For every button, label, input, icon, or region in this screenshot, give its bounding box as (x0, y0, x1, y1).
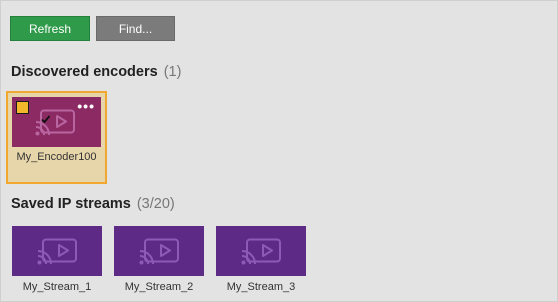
encoder-name: My_Encoder100 (16, 151, 97, 163)
encoder-card[interactable]: ••• My_Encoder100 (6, 91, 107, 184)
stream-name-1: My_Stream_1 (22, 281, 92, 293)
discovered-encoders-heading: Discovered encoders (1) (11, 64, 181, 80)
discovered-encoders-count: (1) (163, 64, 182, 80)
stream-tile-2[interactable] (114, 226, 204, 276)
stream-tile-3[interactable] (216, 226, 306, 276)
find-button[interactable]: Find... (96, 16, 175, 41)
checkbox-checked-icon[interactable] (16, 101, 51, 124)
saved-streams-count: (3/20) (136, 196, 175, 212)
more-dots-icon[interactable]: ••• (77, 99, 95, 113)
cast-icon (37, 238, 77, 265)
stream-name-2: My_Stream_2 (124, 281, 194, 293)
saved-streams-heading: Saved IP streams (3/20) (11, 196, 175, 212)
encoders-panel: Refresh Find... Discovered encoders (1) •… (0, 0, 558, 302)
stream-name-3: My_Stream_3 (226, 281, 296, 293)
encoder-thumbnail: ••• (12, 97, 101, 147)
refresh-button[interactable]: Refresh (10, 16, 90, 41)
saved-streams-title: Saved IP streams (11, 196, 131, 212)
stream-tile-1[interactable] (12, 226, 102, 276)
discovered-encoders-title: Discovered encoders (11, 64, 158, 80)
refresh-button-label: Refresh (28, 21, 72, 36)
cast-icon (241, 238, 281, 265)
cast-icon (139, 238, 179, 265)
find-button-label: Find... (118, 21, 153, 36)
